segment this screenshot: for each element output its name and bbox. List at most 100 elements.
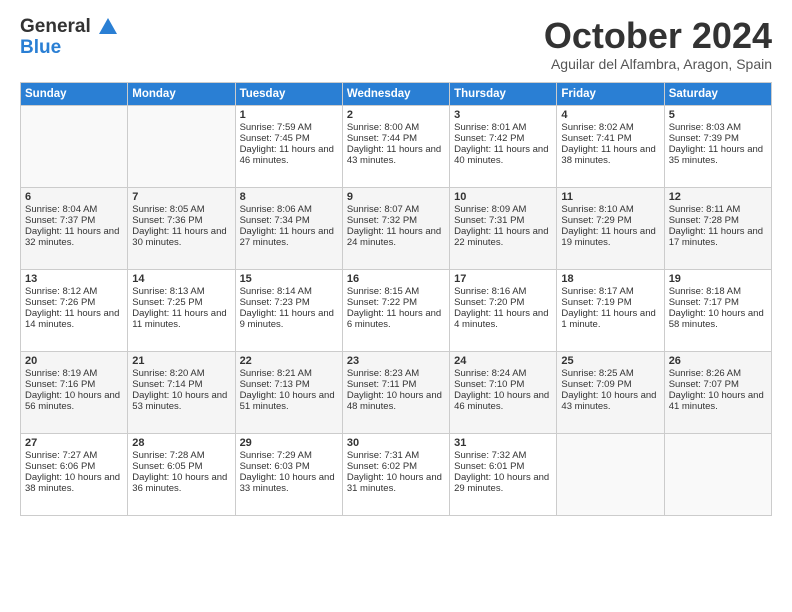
sunrise: Sunrise: 8:11 AM — [669, 204, 741, 215]
col-thursday: Thursday — [450, 82, 557, 105]
logo-icon — [97, 16, 119, 38]
sunrise: Sunrise: 8:10 AM — [561, 204, 633, 215]
daylight: Daylight: 11 hours and 1 minute. — [561, 308, 655, 330]
sunset: Sunset: 7:14 PM — [132, 379, 202, 390]
day-number: 15 — [240, 273, 338, 285]
day-number: 1 — [240, 109, 338, 121]
sunset: Sunset: 7:34 PM — [240, 215, 310, 226]
day-number: 17 — [454, 273, 552, 285]
page: General Blue October 2024 Aguilar del Al… — [0, 0, 792, 528]
calendar-cell: 17Sunrise: 8:16 AMSunset: 7:20 PMDayligh… — [450, 269, 557, 351]
calendar-week-3: 13Sunrise: 8:12 AMSunset: 7:26 PMDayligh… — [21, 269, 772, 351]
month-title: October 2024 — [544, 16, 772, 56]
daylight: Daylight: 10 hours and 53 minutes. — [132, 390, 227, 412]
calendar-cell: 24Sunrise: 8:24 AMSunset: 7:10 PMDayligh… — [450, 351, 557, 433]
sunset: Sunset: 7:31 PM — [454, 215, 524, 226]
header-row: Sunday Monday Tuesday Wednesday Thursday… — [21, 82, 772, 105]
daylight: Daylight: 11 hours and 6 minutes. — [347, 308, 441, 330]
sunrise: Sunrise: 8:21 AM — [240, 368, 312, 379]
sunrise: Sunrise: 8:07 AM — [347, 204, 419, 215]
daylight: Daylight: 10 hours and 33 minutes. — [240, 472, 335, 494]
calendar-cell: 13Sunrise: 8:12 AMSunset: 7:26 PMDayligh… — [21, 269, 128, 351]
day-number: 20 — [25, 355, 123, 367]
daylight: Daylight: 11 hours and 4 minutes. — [454, 308, 548, 330]
calendar-table: Sunday Monday Tuesday Wednesday Thursday… — [20, 82, 772, 516]
day-number: 3 — [454, 109, 552, 121]
day-number: 31 — [454, 437, 552, 449]
calendar-cell: 9Sunrise: 8:07 AMSunset: 7:32 PMDaylight… — [342, 187, 449, 269]
daylight: Daylight: 11 hours and 17 minutes. — [669, 226, 763, 248]
daylight: Daylight: 11 hours and 24 minutes. — [347, 226, 441, 248]
day-number: 16 — [347, 273, 445, 285]
calendar-cell — [664, 433, 771, 515]
daylight: Daylight: 11 hours and 30 minutes. — [132, 226, 226, 248]
calendar-cell: 16Sunrise: 8:15 AMSunset: 7:22 PMDayligh… — [342, 269, 449, 351]
calendar-cell: 18Sunrise: 8:17 AMSunset: 7:19 PMDayligh… — [557, 269, 664, 351]
sunset: Sunset: 7:29 PM — [561, 215, 631, 226]
day-number: 12 — [669, 191, 767, 203]
calendar-cell: 10Sunrise: 8:09 AMSunset: 7:31 PMDayligh… — [450, 187, 557, 269]
col-sunday: Sunday — [21, 82, 128, 105]
sunrise: Sunrise: 8:19 AM — [25, 368, 97, 379]
col-friday: Friday — [557, 82, 664, 105]
calendar-cell: 31Sunrise: 7:32 AMSunset: 6:01 PMDayligh… — [450, 433, 557, 515]
day-number: 24 — [454, 355, 552, 367]
sunset: Sunset: 7:39 PM — [669, 133, 739, 144]
sunset: Sunset: 7:19 PM — [561, 297, 631, 308]
sunset: Sunset: 7:20 PM — [454, 297, 524, 308]
location: Aguilar del Alfambra, Aragon, Spain — [544, 56, 772, 72]
calendar-cell: 5Sunrise: 8:03 AMSunset: 7:39 PMDaylight… — [664, 105, 771, 187]
calendar-cell: 7Sunrise: 8:05 AMSunset: 7:36 PMDaylight… — [128, 187, 235, 269]
calendar-cell: 21Sunrise: 8:20 AMSunset: 7:14 PMDayligh… — [128, 351, 235, 433]
calendar-cell: 23Sunrise: 8:23 AMSunset: 7:11 PMDayligh… — [342, 351, 449, 433]
sunset: Sunset: 7:44 PM — [347, 133, 417, 144]
calendar-cell: 27Sunrise: 7:27 AMSunset: 6:06 PMDayligh… — [21, 433, 128, 515]
calendar-cell: 14Sunrise: 8:13 AMSunset: 7:25 PMDayligh… — [128, 269, 235, 351]
sunset: Sunset: 7:32 PM — [347, 215, 417, 226]
day-number: 18 — [561, 273, 659, 285]
sunrise: Sunrise: 8:16 AM — [454, 286, 526, 297]
sunrise: Sunrise: 8:13 AM — [132, 286, 204, 297]
sunrise: Sunrise: 7:31 AM — [347, 450, 419, 461]
daylight: Daylight: 11 hours and 40 minutes. — [454, 144, 548, 166]
sunrise: Sunrise: 8:09 AM — [454, 204, 526, 215]
calendar-cell: 15Sunrise: 8:14 AMSunset: 7:23 PMDayligh… — [235, 269, 342, 351]
calendar-cell — [557, 433, 664, 515]
sunrise: Sunrise: 8:17 AM — [561, 286, 633, 297]
daylight: Daylight: 10 hours and 51 minutes. — [240, 390, 335, 412]
sunrise: Sunrise: 8:18 AM — [669, 286, 741, 297]
calendar-cell: 20Sunrise: 8:19 AMSunset: 7:16 PMDayligh… — [21, 351, 128, 433]
sunset: Sunset: 7:11 PM — [347, 379, 417, 390]
daylight: Daylight: 10 hours and 29 minutes. — [454, 472, 549, 494]
sunrise: Sunrise: 8:05 AM — [132, 204, 204, 215]
calendar-week-2: 6Sunrise: 8:04 AMSunset: 7:37 PMDaylight… — [21, 187, 772, 269]
calendar-cell: 6Sunrise: 8:04 AMSunset: 7:37 PMDaylight… — [21, 187, 128, 269]
logo-general: General — [20, 16, 91, 37]
daylight: Daylight: 11 hours and 46 minutes. — [240, 144, 334, 166]
sunset: Sunset: 7:26 PM — [25, 297, 95, 308]
day-number: 23 — [347, 355, 445, 367]
day-number: 22 — [240, 355, 338, 367]
day-number: 21 — [132, 355, 230, 367]
daylight: Daylight: 11 hours and 19 minutes. — [561, 226, 655, 248]
day-number: 13 — [25, 273, 123, 285]
sunset: Sunset: 7:45 PM — [240, 133, 310, 144]
sunrise: Sunrise: 8:00 AM — [347, 122, 419, 133]
day-number: 10 — [454, 191, 552, 203]
daylight: Daylight: 11 hours and 43 minutes. — [347, 144, 441, 166]
calendar-week-4: 20Sunrise: 8:19 AMSunset: 7:16 PMDayligh… — [21, 351, 772, 433]
day-number: 6 — [25, 191, 123, 203]
day-number: 4 — [561, 109, 659, 121]
sunset: Sunset: 7:28 PM — [669, 215, 739, 226]
sunrise: Sunrise: 7:32 AM — [454, 450, 526, 461]
calendar-cell: 29Sunrise: 7:29 AMSunset: 6:03 PMDayligh… — [235, 433, 342, 515]
sunset: Sunset: 7:41 PM — [561, 133, 631, 144]
sunset: Sunset: 7:07 PM — [669, 379, 739, 390]
sunset: Sunset: 6:06 PM — [25, 461, 95, 472]
calendar-cell — [21, 105, 128, 187]
sunset: Sunset: 7:37 PM — [25, 215, 95, 226]
sunset: Sunset: 7:10 PM — [454, 379, 524, 390]
calendar-cell: 26Sunrise: 8:26 AMSunset: 7:07 PMDayligh… — [664, 351, 771, 433]
daylight: Daylight: 10 hours and 56 minutes. — [25, 390, 120, 412]
daylight: Daylight: 11 hours and 27 minutes. — [240, 226, 334, 248]
